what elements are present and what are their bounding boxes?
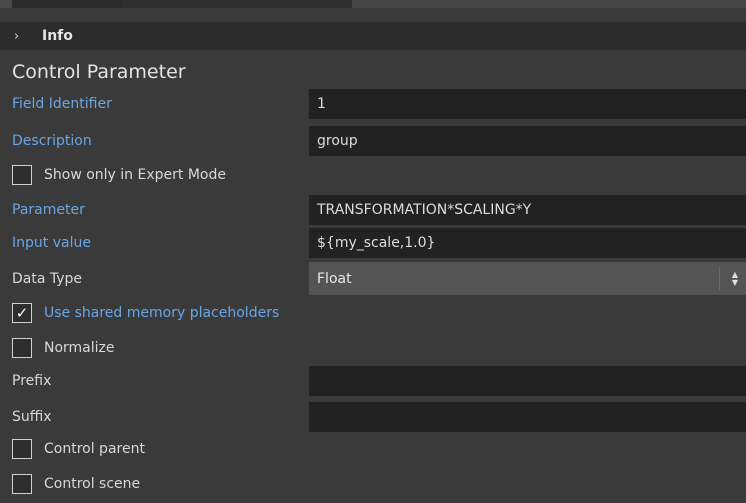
prefix-input[interactable]: [309, 366, 746, 396]
description-input[interactable]: group: [309, 126, 746, 156]
tab-1[interactable]: [12, 0, 122, 8]
field-identifier-input[interactable]: 1: [309, 89, 746, 119]
suffix-label: Suffix: [12, 409, 52, 425]
control-parent-label: Control parent: [44, 441, 145, 457]
control-scene-row[interactable]: Control scene: [12, 474, 140, 494]
expert-mode-checkbox[interactable]: [12, 165, 32, 185]
control-scene-checkbox[interactable]: [12, 474, 32, 494]
parameter-label: Parameter: [12, 202, 85, 218]
tab-3[interactable]: [352, 0, 746, 8]
tab-2[interactable]: [122, 0, 352, 8]
description-label: Description: [12, 133, 92, 149]
field-identifier-label: Field Identifier: [12, 96, 112, 112]
control-parent-checkbox[interactable]: [12, 439, 32, 459]
chevron-right-icon[interactable]: ›: [14, 29, 32, 44]
input-value-label: Input value: [12, 235, 91, 251]
info-section-header[interactable]: › Info: [0, 22, 746, 50]
parameter-input[interactable]: TRANSFORMATION*SCALING*Y: [309, 195, 746, 225]
shared-memory-label: Use shared memory placeholders: [44, 305, 280, 321]
select-updown-icon[interactable]: ▲ ▼: [732, 262, 738, 295]
info-header-title: Info: [42, 28, 73, 44]
suffix-input[interactable]: [309, 402, 746, 432]
prefix-label: Prefix: [12, 373, 52, 389]
normalize-checkbox[interactable]: [12, 338, 32, 358]
select-divider: [719, 267, 720, 290]
data-type-selected-value: Float: [317, 270, 352, 287]
control-parent-row[interactable]: Control parent: [12, 439, 145, 459]
expert-mode-row[interactable]: Show only in Expert Mode: [12, 165, 226, 185]
section-title: Control Parameter: [12, 61, 186, 83]
data-type-label: Data Type: [12, 271, 83, 287]
input-value-input[interactable]: ${my_scale,1.0}: [309, 228, 746, 258]
normalize-label: Normalize: [44, 340, 115, 356]
top-tab-strip: [0, 0, 746, 8]
data-type-select[interactable]: Float ▲ ▼: [309, 262, 746, 295]
shared-memory-checkbox[interactable]: ✓: [12, 303, 32, 323]
shared-memory-row[interactable]: ✓ Use shared memory placeholders: [12, 303, 279, 323]
expert-mode-label: Show only in Expert Mode: [44, 167, 226, 183]
control-scene-label: Control scene: [44, 476, 141, 492]
checkmark-icon: ✓: [15, 303, 29, 322]
normalize-row[interactable]: Normalize: [12, 338, 115, 358]
